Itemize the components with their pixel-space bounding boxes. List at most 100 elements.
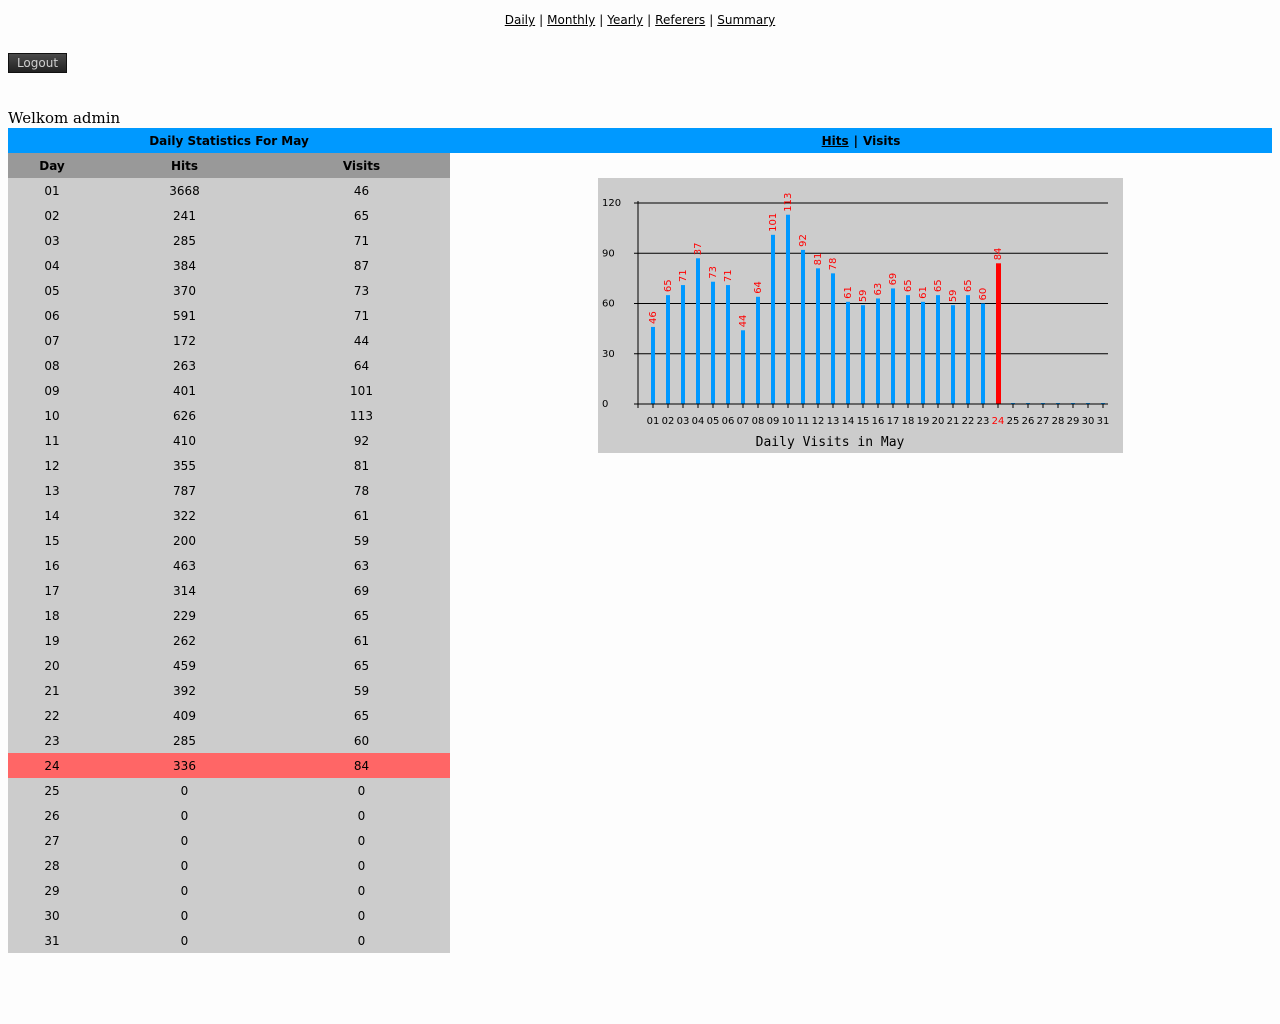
bar-value-label: 92 [798,234,809,247]
nav-link-daily[interactable]: Daily [505,13,535,27]
visits-cell: 87 [353,258,370,273]
visits-cell: 71 [353,308,370,323]
hits-cell: 172 [173,333,196,348]
welcome-message: Welkom admin [8,109,121,127]
visits-cell: 44 [353,333,370,348]
day-cell: 10 [44,408,60,423]
bar-day-12 [816,268,820,404]
bar-day-24 [996,263,1001,404]
bar-value-label: 65 [903,279,914,292]
visits-column-header: Visits [342,158,381,173]
bar-value-label: 84 [993,248,1004,261]
visits-cell: 0 [357,908,366,923]
day-cell: 29 [44,883,60,898]
x-tick-label: 30 [1082,416,1095,427]
bar-day-04 [696,258,700,404]
bar-value-label: 71 [678,269,689,282]
x-tick-label: 05 [707,416,720,427]
hits-cell: 0 [180,883,189,898]
visits-cell: 0 [357,883,366,898]
visits-cell: 65 [353,608,370,623]
bar-value-label: 69 [888,273,899,286]
hits-cell: 355 [173,458,196,473]
nav-link-monthly[interactable]: Monthly [547,13,595,27]
x-tick-label: 08 [752,416,765,427]
visits-cell: 69 [353,583,370,598]
hits-link[interactable]: Hits [822,134,849,148]
visits-cell: 0 [357,808,366,823]
x-tick-label: 29 [1067,416,1080,427]
bar-value-label: 63 [873,283,884,296]
visits-cell: 92 [353,433,370,448]
visits-cell: 78 [353,483,370,498]
visits-cell: 61 [353,508,370,523]
table-row: 23 285 60 [8,728,450,753]
table-row: 03 285 71 [8,228,450,253]
bar-day-02 [666,295,670,404]
day-column-header: Day [39,158,65,173]
nav-link-yearly[interactable]: Yearly [607,13,643,27]
bar-day-13 [831,273,835,404]
bar-value-label: 37 [693,243,704,256]
hits-cell: 0 [180,808,189,823]
bar-value-label: 61 [918,286,929,299]
table-row: 10 626 113 [8,403,450,428]
day-cell: 16 [44,558,60,573]
visits-cell: 46 [353,183,370,198]
hits-cell: 459 [173,658,196,673]
nav-link-referers[interactable]: Referers [655,13,705,27]
table-row: 09 401 101 [8,378,450,403]
bar-day-21 [951,305,955,404]
visits-cell: 0 [357,858,366,873]
bar-day-07 [741,330,745,404]
nav-separator: | [539,13,544,27]
logout-button[interactable]: Logout [8,53,67,73]
bar-day-23 [981,303,985,404]
table-row: 20 459 65 [8,653,450,678]
day-cell: 24 [44,758,60,773]
bar-day-17 [891,288,895,404]
visits-label: Visits [863,133,901,148]
hits-cell: 591 [173,308,196,323]
visits-cell: 65 [353,208,370,223]
table-row: 01 3668 46 [8,178,450,203]
visits-cell: 65 [353,708,370,723]
bar-day-19 [921,301,925,404]
hits-cell: 200 [173,533,196,548]
visits-cell: 101 [350,383,373,398]
day-cell: 20 [44,658,60,673]
hits-cell: 409 [173,708,196,723]
table-row: 26 0 0 [8,803,450,828]
x-tick-label: 10 [782,416,795,427]
bar-day-01 [651,326,655,404]
bar-day-14 [846,301,850,404]
day-cell: 22 [44,708,60,723]
hits-cell: 314 [173,583,196,598]
visits-cell: 71 [353,233,370,248]
section-header-bar: Daily Statistics For May Hits | Visits [8,128,1272,153]
x-tick-label: 06 [722,416,735,427]
visits-cell: 113 [350,408,373,423]
table-row: 06 591 71 [8,303,450,328]
hits-cell: 787 [173,483,196,498]
nav-link-summary[interactable]: Summary [717,13,775,27]
bar-day-18 [906,295,910,404]
nav-separator: | [709,13,714,27]
bar-value-label: 65 [663,279,674,292]
day-cell: 14 [44,508,60,523]
bar-value-label: 44 [738,315,749,328]
visits-cell: 64 [353,358,370,373]
bar-day-20 [936,295,940,404]
x-tick-label: 15 [857,416,870,427]
bar-value-label: 60 [978,288,989,301]
hits-cell: 463 [173,558,196,573]
day-cell: 02 [44,208,60,223]
day-cell: 01 [44,183,60,198]
y-tick-label: 0 [602,399,608,410]
bar-value-label: 101 [768,213,779,232]
visits-cell: 59 [353,683,370,698]
x-tick-label: 22 [962,416,975,427]
x-axis-label: Daily Visits in May [756,435,905,450]
y-tick-label: 120 [602,198,621,209]
bar-value-label: 71 [723,269,734,282]
